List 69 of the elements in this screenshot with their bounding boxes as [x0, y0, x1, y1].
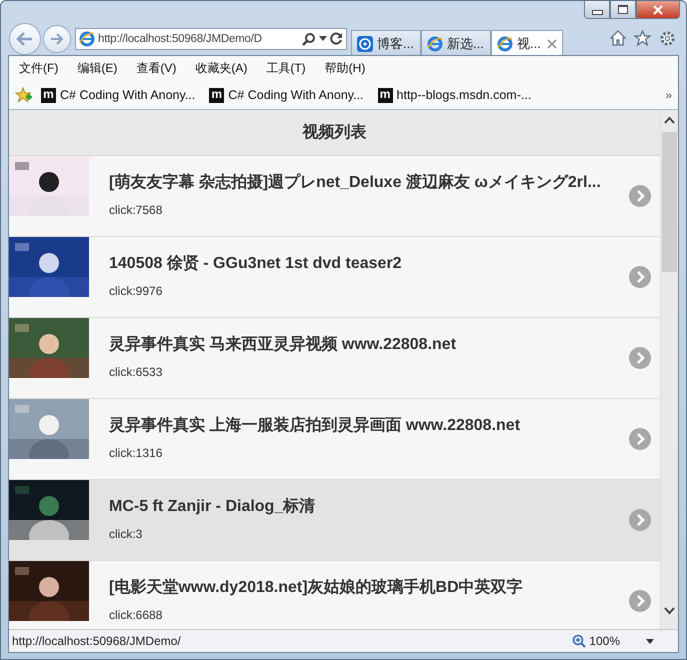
address-field[interactable]: http://localhost:50968/JMDemo/D [75, 28, 347, 50]
scroll-up-icon[interactable] [664, 116, 675, 124]
site-icon [357, 36, 373, 52]
settings-icon[interactable] [659, 30, 676, 47]
zoom-icon [572, 634, 586, 648]
menu-item[interactable]: 工具(T) [266, 60, 306, 77]
dropdown-caret-icon[interactable] [319, 36, 327, 41]
favorite-link[interactable]: m C# Coding With Anony... [209, 88, 364, 102]
chevron-right-icon [629, 185, 651, 207]
browser-tab[interactable]: 博客... [351, 30, 421, 56]
close-tab-icon[interactable] [547, 38, 557, 48]
video-list-item[interactable]: [萌友友字幕 杂志拍摄]週プレnet_Deluxe 渡辺麻友 ωメイキング2rl... click:7568 [9, 156, 660, 237]
minimize-button[interactable] [584, 1, 610, 19]
browser-tab[interactable]: 新选... [421, 30, 491, 56]
forward-button[interactable] [43, 24, 71, 52]
favorite-link[interactable]: m http--blogs.msdn.com-... [378, 88, 532, 102]
forward-arrow-icon [50, 32, 64, 44]
ie-logo-icon [427, 36, 443, 52]
zoom-control[interactable]: 100% [572, 634, 620, 648]
site-logo-icon: m [378, 88, 393, 102]
scroll-down-icon[interactable] [664, 607, 675, 615]
dropdown-caret-icon[interactable] [646, 638, 654, 644]
video-list-item[interactable]: 灵异事件真实 上海一服装店拍到灵异画面 www.22808.net click:1316 [9, 399, 660, 480]
video-title: MC-5 ft Zanjir - Dialog_标清 [109, 496, 316, 517]
close-button[interactable] [636, 1, 680, 19]
scrollbar[interactable] [660, 110, 678, 629]
menu-item[interactable]: 编辑(E) [77, 60, 118, 77]
site-logo-icon: m [209, 88, 224, 102]
site-logo-icon: m [41, 88, 56, 102]
video-list-item[interactable]: MC-5 ft Zanjir - Dialog_标清 click:3 [9, 480, 660, 561]
favorite-link[interactable]: m C# Coding With Anony... [41, 88, 196, 102]
video-title: [电影天堂www.dy2018.net]灰姑娘的玻璃手机BD中英双字 [109, 577, 524, 598]
click-count: click:9976 [109, 284, 164, 298]
back-button[interactable] [9, 22, 41, 54]
click-count: click:7568 [109, 203, 164, 217]
chevron-right-icon [629, 347, 651, 369]
more-favorites-button[interactable]: » [665, 88, 672, 102]
menu-item[interactable]: 文件(F) [19, 60, 58, 77]
favorites-star-icon[interactable] [15, 87, 33, 103]
chevron-right-icon [629, 509, 651, 531]
status-url: http://localhost:50968/JMDemo/ [12, 634, 182, 648]
video-title: 灵异事件真实 上海一服装店拍到灵异画面 www.22808.net [109, 415, 522, 436]
browser-tab[interactable]: 视... [491, 30, 563, 56]
search-icon[interactable] [302, 32, 316, 46]
chevron-right-icon [629, 428, 651, 450]
chevron-right-icon [629, 590, 651, 612]
menu-item[interactable]: 查看(V) [136, 60, 176, 77]
menu-item[interactable]: 帮助(H) [324, 60, 366, 77]
click-count: click:1316 [109, 446, 164, 460]
click-count: click:3 [109, 527, 144, 541]
home-icon[interactable] [610, 30, 626, 46]
star-icon[interactable] [634, 30, 651, 46]
scroll-thumb[interactable] [662, 132, 677, 272]
ie-logo-icon [79, 30, 95, 46]
video-title: 140508 徐贤 - GGu3net 1st dvd teaser2 [109, 254, 403, 274]
click-count: click:6688 [109, 608, 164, 622]
click-count: click:6533 [109, 365, 164, 379]
chevron-right-icon [629, 266, 651, 288]
video-title: 灵异事件真实 马来西亚灵异视频 www.22808.net [109, 334, 458, 355]
refresh-icon[interactable] [330, 32, 343, 45]
video-title: [萌友友字幕 杂志拍摄]週プレnet_Deluxe 渡辺麻友 ωメイキング2rl... [109, 172, 602, 193]
menu-item[interactable]: 收藏夹(A) [195, 60, 248, 77]
video-list-item[interactable]: 140508 徐贤 - GGu3net 1st dvd teaser2 click:9976 [9, 237, 660, 318]
maximize-button[interactable] [610, 1, 636, 19]
page-header: 视频列表 [9, 110, 660, 156]
video-list-item[interactable]: 灵异事件真实 马来西亚灵异视频 www.22808.net click:6533 [9, 318, 660, 399]
back-arrow-icon [16, 32, 34, 46]
close-icon [652, 4, 664, 14]
ie-logo-icon [497, 36, 513, 52]
